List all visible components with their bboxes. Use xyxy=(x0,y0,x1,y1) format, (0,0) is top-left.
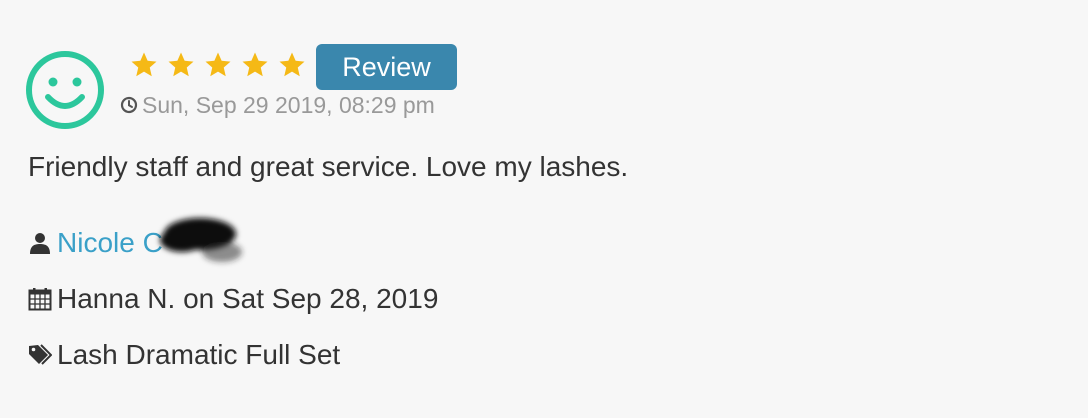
calendar-icon xyxy=(28,288,52,311)
reviewer-row: Nicole C xyxy=(28,226,163,260)
star-icon xyxy=(168,52,194,77)
appointment-row: Hanna N. on Sat Sep 28, 2019 xyxy=(28,282,438,316)
timestamp-text: Sun, Sep 29 2019, 08:29 pm xyxy=(142,92,435,118)
tag-icon xyxy=(29,344,52,365)
appointment-text: Hanna N. on Sat Sep 28, 2019 xyxy=(57,283,439,314)
reviewer-name-link[interactable]: Nicole C xyxy=(57,226,163,260)
review-badge: Review xyxy=(316,44,457,90)
clock-icon xyxy=(120,96,138,114)
review-card: Review Sun, Sep 29 2019, 08:29 pm Friend… xyxy=(0,0,1088,418)
user-icon xyxy=(30,233,50,254)
star-icon xyxy=(242,52,268,77)
redaction-scribble xyxy=(160,218,242,262)
star-icon xyxy=(205,52,231,77)
review-body: Friendly staff and great service. Love m… xyxy=(28,151,629,182)
star-icon xyxy=(279,52,305,77)
smiley-face-icon xyxy=(24,49,106,131)
service-text: Lash Dramatic Full Set xyxy=(57,339,341,370)
service-row: Lash Dramatic Full Set xyxy=(28,338,340,372)
star-rating xyxy=(129,50,307,80)
review-timestamp: Sun, Sep 29 2019, 08:29 pm xyxy=(120,91,435,119)
star-icon xyxy=(131,52,157,77)
